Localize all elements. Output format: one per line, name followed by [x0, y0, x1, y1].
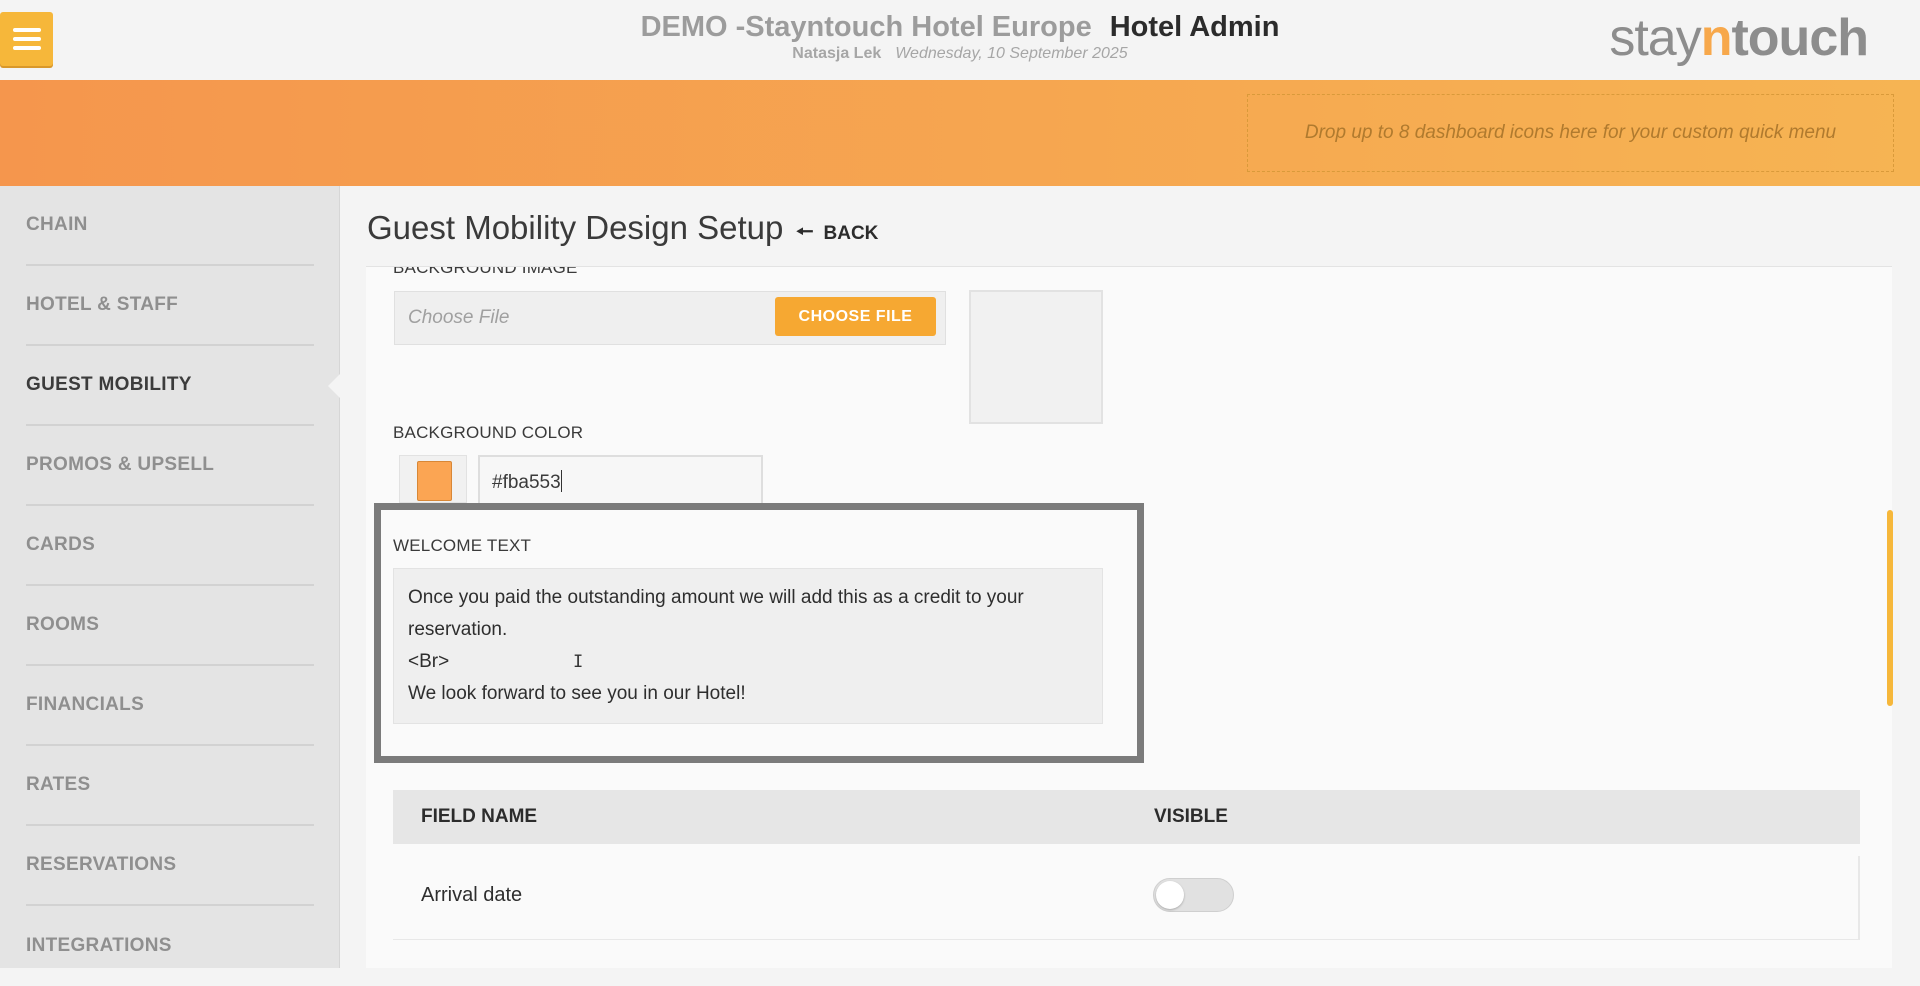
sidebar-item-promos-upsell[interactable]: PROMOS & UPSELL — [26, 426, 314, 506]
page-header: Guest Mobility Design Setup 🠔 BACK — [340, 186, 1920, 266]
scrollbar[interactable] — [1887, 510, 1893, 706]
color-swatch[interactable] — [417, 461, 452, 501]
top-bar: DEMO -Stayntouch Hotel Europe Hotel Admin… — [0, 0, 1920, 80]
stayntouch-logo: stayntouch — [1609, 9, 1869, 67]
back-label: BACK — [823, 223, 879, 244]
file-placeholder: Choose File — [408, 307, 510, 328]
arrow-left-icon: 🠔 — [796, 221, 814, 243]
sidebar-item-cards[interactable]: CARDS — [26, 506, 314, 586]
sidebar: CHAIN HOTEL & STAFF GUEST MOBILITY PROMO… — [0, 186, 340, 968]
field-name: Arrival date — [421, 884, 523, 906]
sidebar-item-financials[interactable]: FINANCIALS — [26, 666, 314, 746]
current-date: Wednesday, 10 September 2025 — [895, 45, 1128, 62]
fields-table-header: FIELD NAME VISIBLE — [393, 790, 1860, 844]
sidebar-item-guest-mobility[interactable]: GUEST MOBILITY — [26, 346, 314, 426]
sidebar-item-rooms[interactable]: ROOMS — [26, 586, 314, 666]
page-title: Guest Mobility Design Setup — [367, 209, 784, 246]
color-picker[interactable] — [399, 455, 467, 503]
column-visible: VISIBLE — [1154, 806, 1228, 827]
toggle-knob — [1156, 881, 1184, 909]
background-color-label: BACKGROUND COLOR — [393, 423, 584, 442]
choose-file-button[interactable]: CHOOSE FILE — [775, 297, 936, 336]
user-name: Natasja Lek — [792, 45, 882, 62]
welcome-line: reservation. — [408, 619, 508, 640]
background-image-label: BACKGROUND IMAGE — [393, 266, 578, 277]
active-item-pointer — [328, 373, 341, 399]
welcome-line: We look forward to see you in our Hotel! — [408, 683, 746, 704]
sidebar-item-integrations[interactable]: INTEGRATIONS — [26, 906, 314, 986]
hotel-name: DEMO -Stayntouch Hotel Europe — [640, 11, 1092, 43]
table-row: Arrival date — [393, 856, 1860, 940]
welcome-line: <Br> — [408, 651, 450, 672]
welcome-text-label: WELCOME TEXT — [393, 536, 532, 555]
sidebar-item-reservations[interactable]: RESERVATIONS — [26, 826, 314, 906]
text-caret — [560, 470, 562, 492]
welcome-text-area[interactable]: Once you paid the outstanding amount we … — [393, 568, 1103, 724]
quick-menu-band: Drop up to 8 dashboard icons here for yo… — [0, 80, 1920, 186]
sidebar-item-rates[interactable]: RATES — [26, 746, 314, 826]
sidebar-item-hotel-staff[interactable]: HOTEL & STAFF — [26, 266, 314, 346]
sidebar-item-chain[interactable]: CHAIN — [26, 186, 314, 266]
app-title: Hotel Admin — [1109, 11, 1280, 43]
welcome-line: Once you paid the outstanding amount we … — [408, 587, 1024, 608]
background-color-input[interactable]: #fba553 — [478, 455, 763, 503]
back-button[interactable]: 🠔 BACK — [796, 217, 878, 251]
visible-toggle[interactable] — [1153, 878, 1234, 912]
text-cursor-icon: I — [573, 652, 584, 672]
column-field-name: FIELD NAME — [421, 806, 538, 827]
background-image-preview — [969, 290, 1103, 424]
quick-menu-dropzone[interactable]: Drop up to 8 dashboard icons here for yo… — [1247, 94, 1894, 172]
